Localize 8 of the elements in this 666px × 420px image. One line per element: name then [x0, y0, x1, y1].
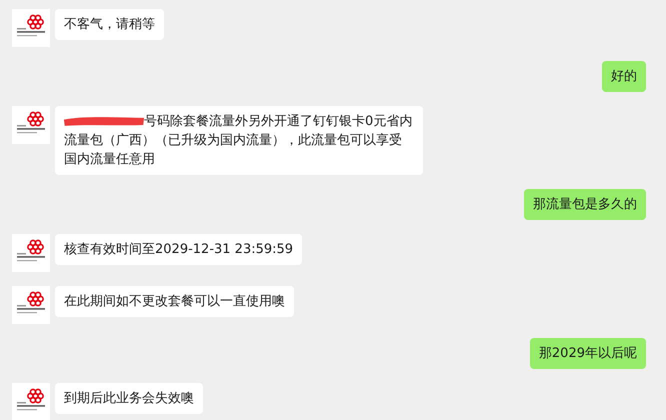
message-bubble: 到期后此业务会失效噢 — [55, 383, 203, 414]
message-bubble: 那流量包是多久的 — [524, 189, 646, 220]
message-bubble: 号码除套餐流量外另外开通了钉钉银卡0元省内流量包（广西）（已升级为国内流量），此流量包可以享受国内流量任意用 — [55, 106, 423, 175]
message-bubble: 那2029年以后呢 — [530, 338, 646, 369]
message-bubble: 核查有效时间至2029-12-31 23:59:59 — [55, 234, 302, 265]
message-bubble: 不客气，请稍等 — [55, 9, 164, 40]
message-bubble: 在此期间如不更改套餐可以一直使用噢 — [55, 286, 294, 317]
message-bubble: 好的 — [602, 61, 646, 92]
